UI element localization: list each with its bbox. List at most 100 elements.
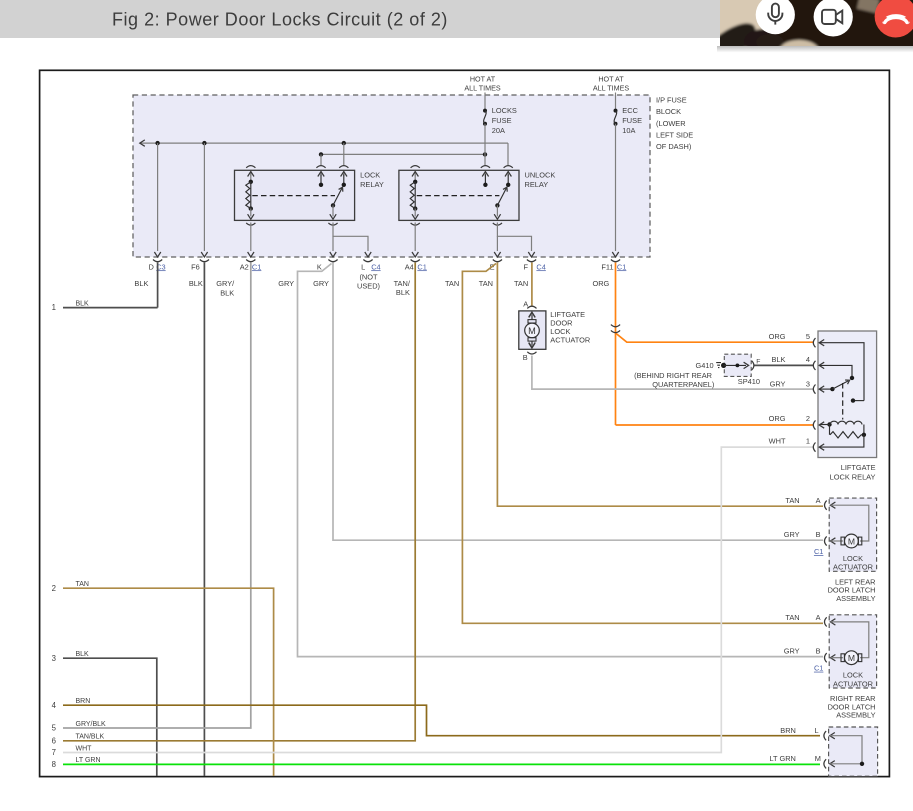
svg-text:GRY: GRY — [784, 530, 800, 539]
svg-text:WHT: WHT — [769, 437, 786, 446]
svg-text:ORG: ORG — [769, 414, 786, 423]
svg-text:ACTUATOR: ACTUATOR — [550, 335, 590, 344]
svg-text:2: 2 — [52, 584, 56, 593]
svg-text:TAN/: TAN/ — [394, 279, 411, 288]
svg-text:ORG: ORG — [769, 332, 786, 341]
svg-text:QUARTERPANEL): QUARTERPANEL) — [652, 380, 714, 389]
svg-text:LEFT SIDE: LEFT SIDE — [656, 130, 693, 139]
svg-text:(NOT: (NOT — [359, 272, 378, 281]
svg-text:OF DASH): OF DASH) — [656, 142, 691, 151]
svg-text:LOCK: LOCK — [360, 171, 380, 180]
svg-text:TAN: TAN — [76, 581, 89, 588]
svg-text:F6: F6 — [191, 262, 200, 271]
svg-text:GRY: GRY — [770, 379, 786, 388]
svg-text:ACTUATOR: ACTUATOR — [833, 679, 873, 688]
svg-text:20A: 20A — [492, 126, 505, 135]
svg-text:FUSE: FUSE — [622, 116, 642, 125]
svg-text:3: 3 — [806, 379, 810, 388]
svg-text:LOCK RELAY: LOCK RELAY — [830, 473, 876, 482]
svg-text:LIFTGATE: LIFTGATE — [841, 463, 876, 472]
svg-text:5: 5 — [52, 724, 57, 733]
svg-text:ECC: ECC — [622, 106, 638, 115]
svg-text:LOCK: LOCK — [843, 671, 863, 680]
svg-text:GRY: GRY — [278, 279, 294, 288]
svg-text:USED): USED) — [357, 282, 380, 291]
svg-text:8: 8 — [52, 760, 56, 769]
svg-text:LOCKS: LOCKS — [492, 106, 517, 115]
svg-text:TAN: TAN — [785, 496, 799, 505]
svg-text:A4: A4 — [405, 262, 414, 271]
svg-text:C4: C4 — [536, 262, 545, 271]
svg-text:7: 7 — [52, 748, 56, 757]
svg-text:BRN: BRN — [780, 726, 796, 735]
svg-text:10A: 10A — [622, 126, 635, 135]
svg-text:3: 3 — [52, 654, 56, 663]
svg-text:6: 6 — [52, 736, 56, 745]
svg-text:ALL TIMES: ALL TIMES — [464, 83, 501, 92]
svg-text:LT GRN: LT GRN — [76, 757, 101, 764]
svg-text:1: 1 — [806, 437, 810, 446]
svg-text:B: B — [816, 646, 821, 655]
svg-text:A: A — [816, 613, 821, 622]
svg-text:1: 1 — [52, 303, 56, 312]
svg-text:ASSEMBLY: ASSEMBLY — [836, 594, 875, 603]
svg-text:TAN: TAN — [785, 613, 799, 622]
svg-text:2: 2 — [806, 414, 810, 423]
svg-text:M: M — [815, 754, 821, 763]
svg-text:ALL TIMES: ALL TIMES — [593, 83, 630, 92]
svg-text:ASSEMBLY: ASSEMBLY — [836, 711, 875, 720]
svg-text:(LOWER: (LOWER — [656, 119, 686, 128]
svg-text:B: B — [523, 353, 528, 362]
svg-text:4: 4 — [52, 701, 57, 710]
svg-text:BLK: BLK — [76, 300, 90, 307]
svg-text:C1: C1 — [814, 664, 823, 673]
svg-text:FUSE: FUSE — [492, 116, 512, 125]
svg-text:ACTUATOR: ACTUATOR — [833, 563, 873, 572]
svg-text:4: 4 — [806, 355, 810, 364]
svg-text:L: L — [361, 262, 365, 271]
svg-text:UNLOCK: UNLOCK — [525, 171, 556, 180]
svg-text:GRY: GRY — [313, 279, 329, 288]
svg-text:RELAY: RELAY — [525, 180, 549, 189]
svg-text:BLK: BLK — [220, 288, 234, 297]
svg-text:A: A — [523, 300, 528, 309]
svg-text:TAN/BLK: TAN/BLK — [76, 734, 105, 741]
svg-text:F: F — [523, 262, 528, 271]
svg-text:C1: C1 — [252, 262, 261, 271]
svg-text:A: A — [816, 496, 821, 505]
svg-text:C1: C1 — [814, 547, 823, 556]
svg-text:BLK: BLK — [134, 279, 148, 288]
svg-text:L: L — [814, 726, 818, 735]
svg-text:HOT AT: HOT AT — [598, 75, 624, 84]
svg-text:Fig 2: Power Door Locks Circui: Fig 2: Power Door Locks Circuit (2 of 2) — [112, 10, 448, 30]
svg-text:LOCK: LOCK — [843, 554, 863, 563]
svg-text:GRY/BLK: GRY/BLK — [76, 721, 107, 728]
svg-text:GRY: GRY — [784, 646, 800, 655]
svg-text:BLK: BLK — [396, 288, 410, 297]
svg-text:LT GRN: LT GRN — [769, 754, 795, 763]
svg-text:GRY/: GRY/ — [216, 279, 235, 288]
svg-text:A2: A2 — [240, 262, 249, 271]
svg-text:G410: G410 — [696, 361, 714, 370]
svg-text:F11: F11 — [601, 262, 613, 271]
svg-text:M: M — [848, 536, 855, 546]
svg-text:TAN: TAN — [514, 279, 528, 288]
svg-text:(BEHIND RIGHT REAR: (BEHIND RIGHT REAR — [634, 371, 712, 380]
svg-text:BLOCK: BLOCK — [656, 107, 681, 116]
svg-text:K: K — [317, 262, 322, 271]
svg-text:F: F — [756, 359, 760, 366]
svg-text:ORG: ORG — [592, 279, 609, 288]
svg-text:5: 5 — [806, 332, 810, 341]
svg-text:BLK: BLK — [76, 651, 90, 658]
svg-text:SP410: SP410 — [738, 377, 760, 386]
svg-text:BRN: BRN — [76, 698, 91, 705]
svg-text:RELAY: RELAY — [360, 180, 384, 189]
svg-text:TAN: TAN — [445, 279, 459, 288]
svg-text:BLK: BLK — [772, 355, 786, 364]
svg-text:BLK: BLK — [189, 279, 203, 288]
svg-text:D: D — [148, 262, 153, 271]
svg-text:M: M — [528, 326, 536, 336]
svg-text:B: B — [816, 530, 821, 539]
svg-text:WHT: WHT — [76, 745, 93, 752]
svg-text:TAN: TAN — [479, 279, 493, 288]
